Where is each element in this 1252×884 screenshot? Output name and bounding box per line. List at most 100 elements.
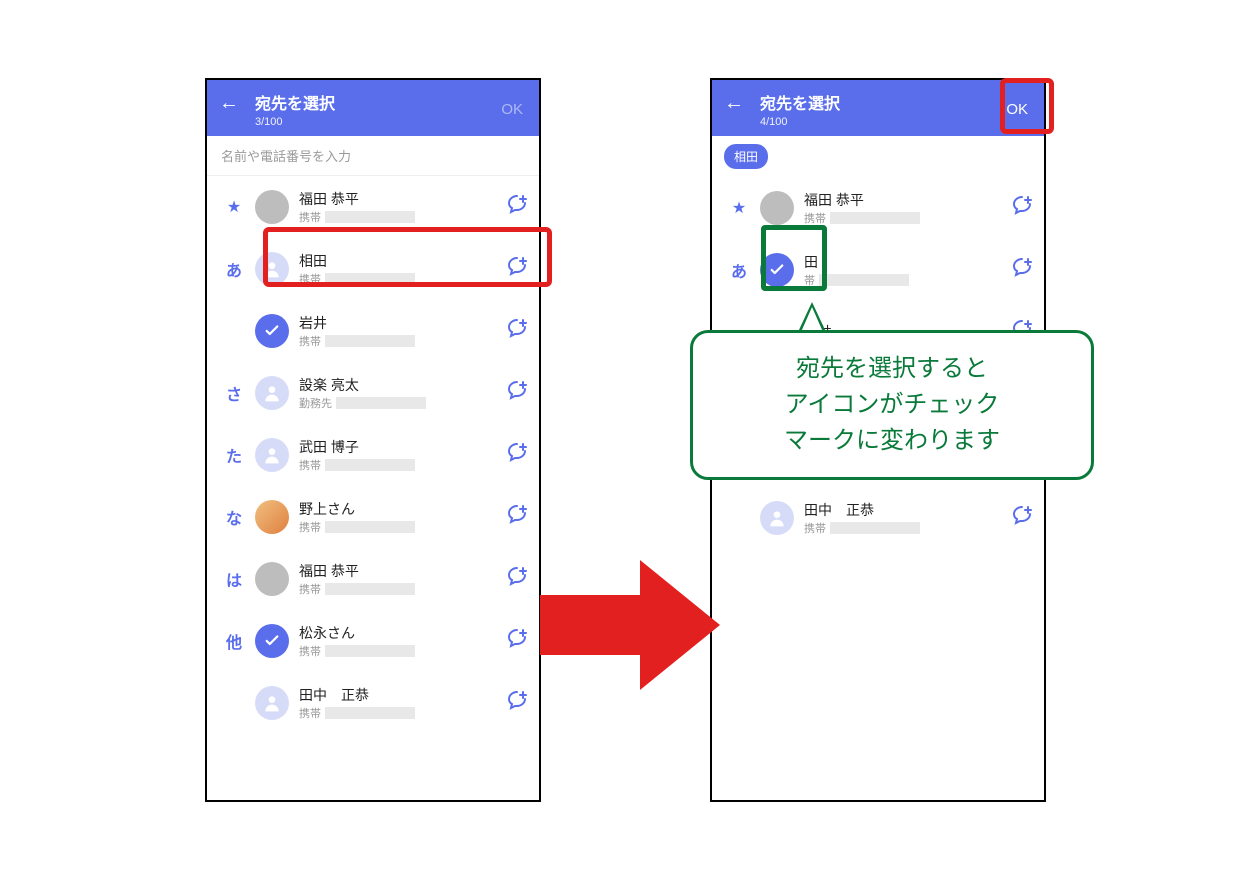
contact-row[interactable]: た武田 博子携帯 (207, 424, 539, 486)
redacted-number (325, 645, 415, 657)
redacted-number (830, 522, 920, 534)
header: ← 宛先を選択 3/100 OK (207, 80, 539, 136)
contact-name: 野上さん (299, 499, 505, 519)
search-input[interactable]: 名前や電話番号を入力 (207, 136, 539, 176)
contact-row[interactable]: 他 松永さん携帯 (207, 610, 539, 672)
back-arrow-icon[interactable]: ← (724, 92, 744, 115)
annotation-callout: 宛先を選択すると アイコンがチェック マークに変わります (690, 330, 1094, 480)
contact-info: 田中 正恭携帯 (299, 685, 505, 721)
contact-avatar-icon (255, 252, 289, 286)
star-icon: ★ (213, 197, 255, 217)
contact-info: 武田 博子携帯 (299, 437, 505, 473)
new-message-icon[interactable] (505, 193, 529, 222)
redacted-number (336, 397, 426, 409)
contact-sub: 勤務先 (299, 395, 505, 411)
contact-row[interactable]: あ 田帯 (712, 239, 1044, 301)
contact-sub: 携帯 (299, 333, 505, 349)
new-message-icon[interactable] (1010, 256, 1034, 285)
contact-sub: 携帯 (804, 210, 1010, 226)
contact-info: 岩井携帯 (299, 313, 505, 349)
phone-screen-left: ← 宛先を選択 3/100 OK 名前や電話番号を入力 ★福田 恭平携帯あ相田携… (205, 78, 541, 802)
contact-row[interactable]: あ 相田携帯 (207, 238, 539, 300)
contact-sub: 帯 (804, 272, 1010, 288)
contact-info: 福田 恭平携帯 (299, 561, 505, 597)
redacted-number (325, 459, 415, 471)
transition-arrow-icon (540, 560, 720, 695)
new-message-icon[interactable] (505, 503, 529, 532)
checkmark-avatar-icon (760, 253, 794, 287)
contact-name: 福田 恭平 (299, 561, 505, 581)
contact-info: 松永さん携帯 (299, 623, 505, 659)
section-letter: は (213, 567, 255, 591)
new-message-icon[interactable] (1010, 194, 1034, 223)
new-message-icon[interactable] (505, 441, 529, 470)
ok-button[interactable]: OK (497, 99, 527, 120)
selected-chips-row: 相田 (712, 136, 1044, 177)
contact-info: 相田携帯 (299, 251, 505, 287)
section-letter: さ (213, 381, 255, 405)
contact-info: 野上さん携帯 (299, 499, 505, 535)
callout-text: 宛先を選択すると アイコンがチェック マークに変わります (784, 355, 1000, 454)
contact-row[interactable]: 田中 正恭携帯 (207, 672, 539, 734)
new-message-icon[interactable] (505, 317, 529, 346)
contact-sub: 携帯 (299, 643, 505, 659)
contact-name: 田 (804, 252, 1010, 272)
contact-row[interactable]: 田中 正恭携帯 (712, 487, 1044, 549)
contact-name: 岩井 (299, 313, 505, 333)
new-message-icon[interactable] (505, 255, 529, 284)
contact-avatar-icon (255, 686, 289, 720)
redacted-number (325, 211, 415, 223)
redacted-number (325, 273, 415, 285)
contact-row[interactable]: な野上さん携帯 (207, 486, 539, 548)
contact-sub: 携帯 (299, 705, 505, 721)
contact-row[interactable]: さ 設楽 亮太勤務先 (207, 362, 539, 424)
contact-avatar-icon (255, 562, 289, 596)
contact-row[interactable]: は 福田 恭平携帯 (207, 548, 539, 610)
contact-info: 田中 正恭携帯 (804, 500, 1010, 536)
star-icon: ★ (718, 198, 760, 218)
new-message-icon[interactable] (1010, 504, 1034, 533)
header-title: 宛先を選択 (255, 90, 497, 114)
contact-avatar-icon (255, 438, 289, 472)
redacted-number (830, 212, 920, 224)
new-message-icon[interactable] (505, 689, 529, 718)
contact-info: 田帯 (804, 252, 1010, 288)
contact-name: 松永さん (299, 623, 505, 643)
contact-info: 福田 恭平携帯 (804, 190, 1010, 226)
header: ← 宛先を選択 4/100 OK (712, 80, 1044, 136)
contact-name: 田中 正恭 (299, 685, 505, 705)
contact-avatar-icon (255, 190, 289, 224)
back-arrow-icon[interactable]: ← (219, 92, 239, 115)
contact-name: 設楽 亮太 (299, 375, 505, 395)
contact-name: 福田 恭平 (299, 189, 505, 209)
contact-chip[interactable]: 相田 (724, 144, 768, 169)
contact-name: 相田 (299, 251, 505, 271)
section-letter: あ (213, 257, 255, 281)
contact-sub: 携帯 (299, 209, 505, 225)
new-message-icon[interactable] (505, 627, 529, 656)
contact-avatar-icon (255, 500, 289, 534)
contact-name: 田中 正恭 (804, 500, 1010, 520)
new-message-icon[interactable] (505, 379, 529, 408)
ok-button[interactable]: OK (1002, 99, 1032, 120)
contact-name: 武田 博子 (299, 437, 505, 457)
contact-row[interactable]: 岩井携帯 (207, 300, 539, 362)
contact-sub: 携帯 (299, 271, 505, 287)
section-letter: あ (718, 258, 760, 282)
checkmark-avatar-icon (255, 624, 289, 658)
new-message-icon[interactable] (505, 565, 529, 594)
contact-avatar-icon (760, 191, 794, 225)
contact-sub: 携帯 (299, 519, 505, 535)
redacted-number (325, 335, 415, 347)
redacted-number (325, 521, 415, 533)
header-count: 4/100 (760, 116, 1002, 128)
contact-info: 福田 恭平携帯 (299, 189, 505, 225)
header-count: 3/100 (255, 116, 497, 128)
header-title: 宛先を選択 (760, 90, 1002, 114)
redacted-number (819, 274, 909, 286)
contact-row[interactable]: ★ 福田 恭平携帯 (712, 177, 1044, 239)
contact-row[interactable]: ★ 福田 恭平携帯 (207, 176, 539, 238)
contact-info: 設楽 亮太勤務先 (299, 375, 505, 411)
section-letter: 他 (213, 629, 255, 653)
redacted-number (325, 707, 415, 719)
